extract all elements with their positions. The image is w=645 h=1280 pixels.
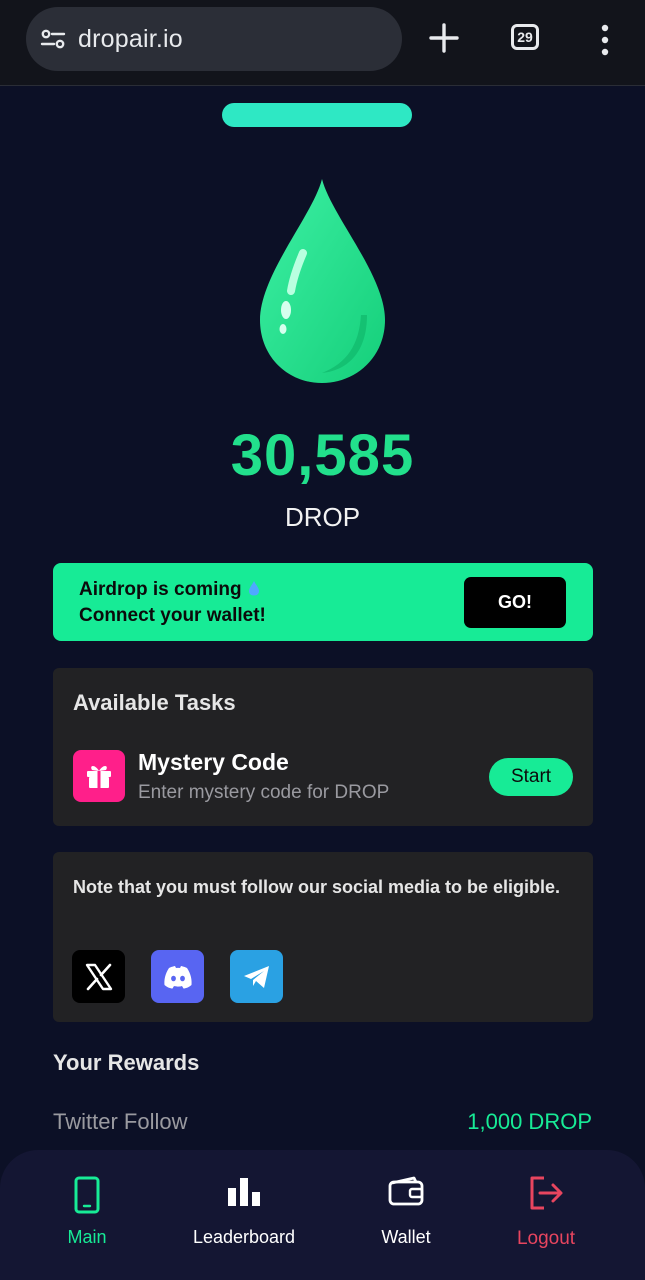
bottom-nav: Main Leaderboard Wallet Logout bbox=[0, 1150, 645, 1280]
discord-icon[interactable] bbox=[151, 950, 204, 1003]
url-text[interactable]: dropair.io bbox=[78, 25, 183, 54]
reward-value: 1,000 DROP bbox=[467, 1109, 592, 1134]
social-card: Note that you must follow our social med… bbox=[53, 852, 593, 1022]
rewards-title: Your Rewards bbox=[53, 1050, 200, 1075]
telegram-icon[interactable] bbox=[230, 950, 283, 1003]
tasks-card: Available Tasks Mystery Code Enter myste… bbox=[53, 668, 593, 826]
balance-amount: 30,585 bbox=[230, 423, 415, 488]
airdrop-banner: Airdrop is coming Connect your wallet! G… bbox=[53, 563, 593, 641]
nav-main-label: Main bbox=[67, 1227, 107, 1247]
bar-chart-icon bbox=[228, 1178, 260, 1206]
tab-count: 29 bbox=[517, 29, 533, 45]
social-note: Note that you must follow our social med… bbox=[73, 877, 561, 897]
x-icon[interactable] bbox=[72, 950, 125, 1003]
browser-toolbar: dropair.io 29 bbox=[0, 0, 645, 86]
balance-unit: DROP bbox=[284, 502, 361, 532]
airdrop-title: Airdrop is coming bbox=[79, 579, 260, 601]
airdrop-subtitle: Connect your wallet! bbox=[79, 605, 266, 626]
start-task-button[interactable]: Start bbox=[489, 758, 573, 796]
gift-icon bbox=[73, 750, 125, 802]
redacted-username bbox=[222, 103, 412, 127]
site-settings-icon[interactable] bbox=[40, 26, 66, 52]
nav-wallet-label: Wallet bbox=[381, 1227, 431, 1247]
tab-switcher-icon[interactable]: 29 bbox=[511, 24, 539, 50]
wallet-icon bbox=[388, 1176, 424, 1206]
nav-wallet[interactable]: Wallet bbox=[326, 1150, 486, 1280]
more-vert-icon[interactable] bbox=[596, 24, 614, 56]
nav-leaderboard-label: Leaderboard bbox=[192, 1227, 296, 1247]
tasks-title: Available Tasks bbox=[73, 690, 236, 715]
nav-main[interactable]: Main bbox=[7, 1150, 167, 1280]
plus-icon[interactable] bbox=[428, 22, 460, 54]
nav-leaderboard[interactable]: Leaderboard bbox=[164, 1150, 324, 1280]
task-description: Enter mystery code for DROP bbox=[138, 782, 390, 803]
airdrop-title-text: Airdrop is coming bbox=[79, 579, 242, 600]
droplet-emoji-icon bbox=[248, 581, 259, 596]
nav-logout[interactable]: Logout bbox=[466, 1150, 626, 1280]
reward-label: Twitter Follow bbox=[53, 1109, 188, 1134]
address-bar[interactable]: dropair.io bbox=[26, 7, 402, 71]
nav-logout-label: Logout bbox=[516, 1228, 576, 1249]
water-drop-icon bbox=[260, 179, 385, 383]
go-button[interactable]: GO! bbox=[464, 577, 566, 628]
task-title: Mystery Code bbox=[138, 749, 289, 775]
phone-icon bbox=[74, 1176, 100, 1214]
logout-icon bbox=[530, 1176, 563, 1210]
